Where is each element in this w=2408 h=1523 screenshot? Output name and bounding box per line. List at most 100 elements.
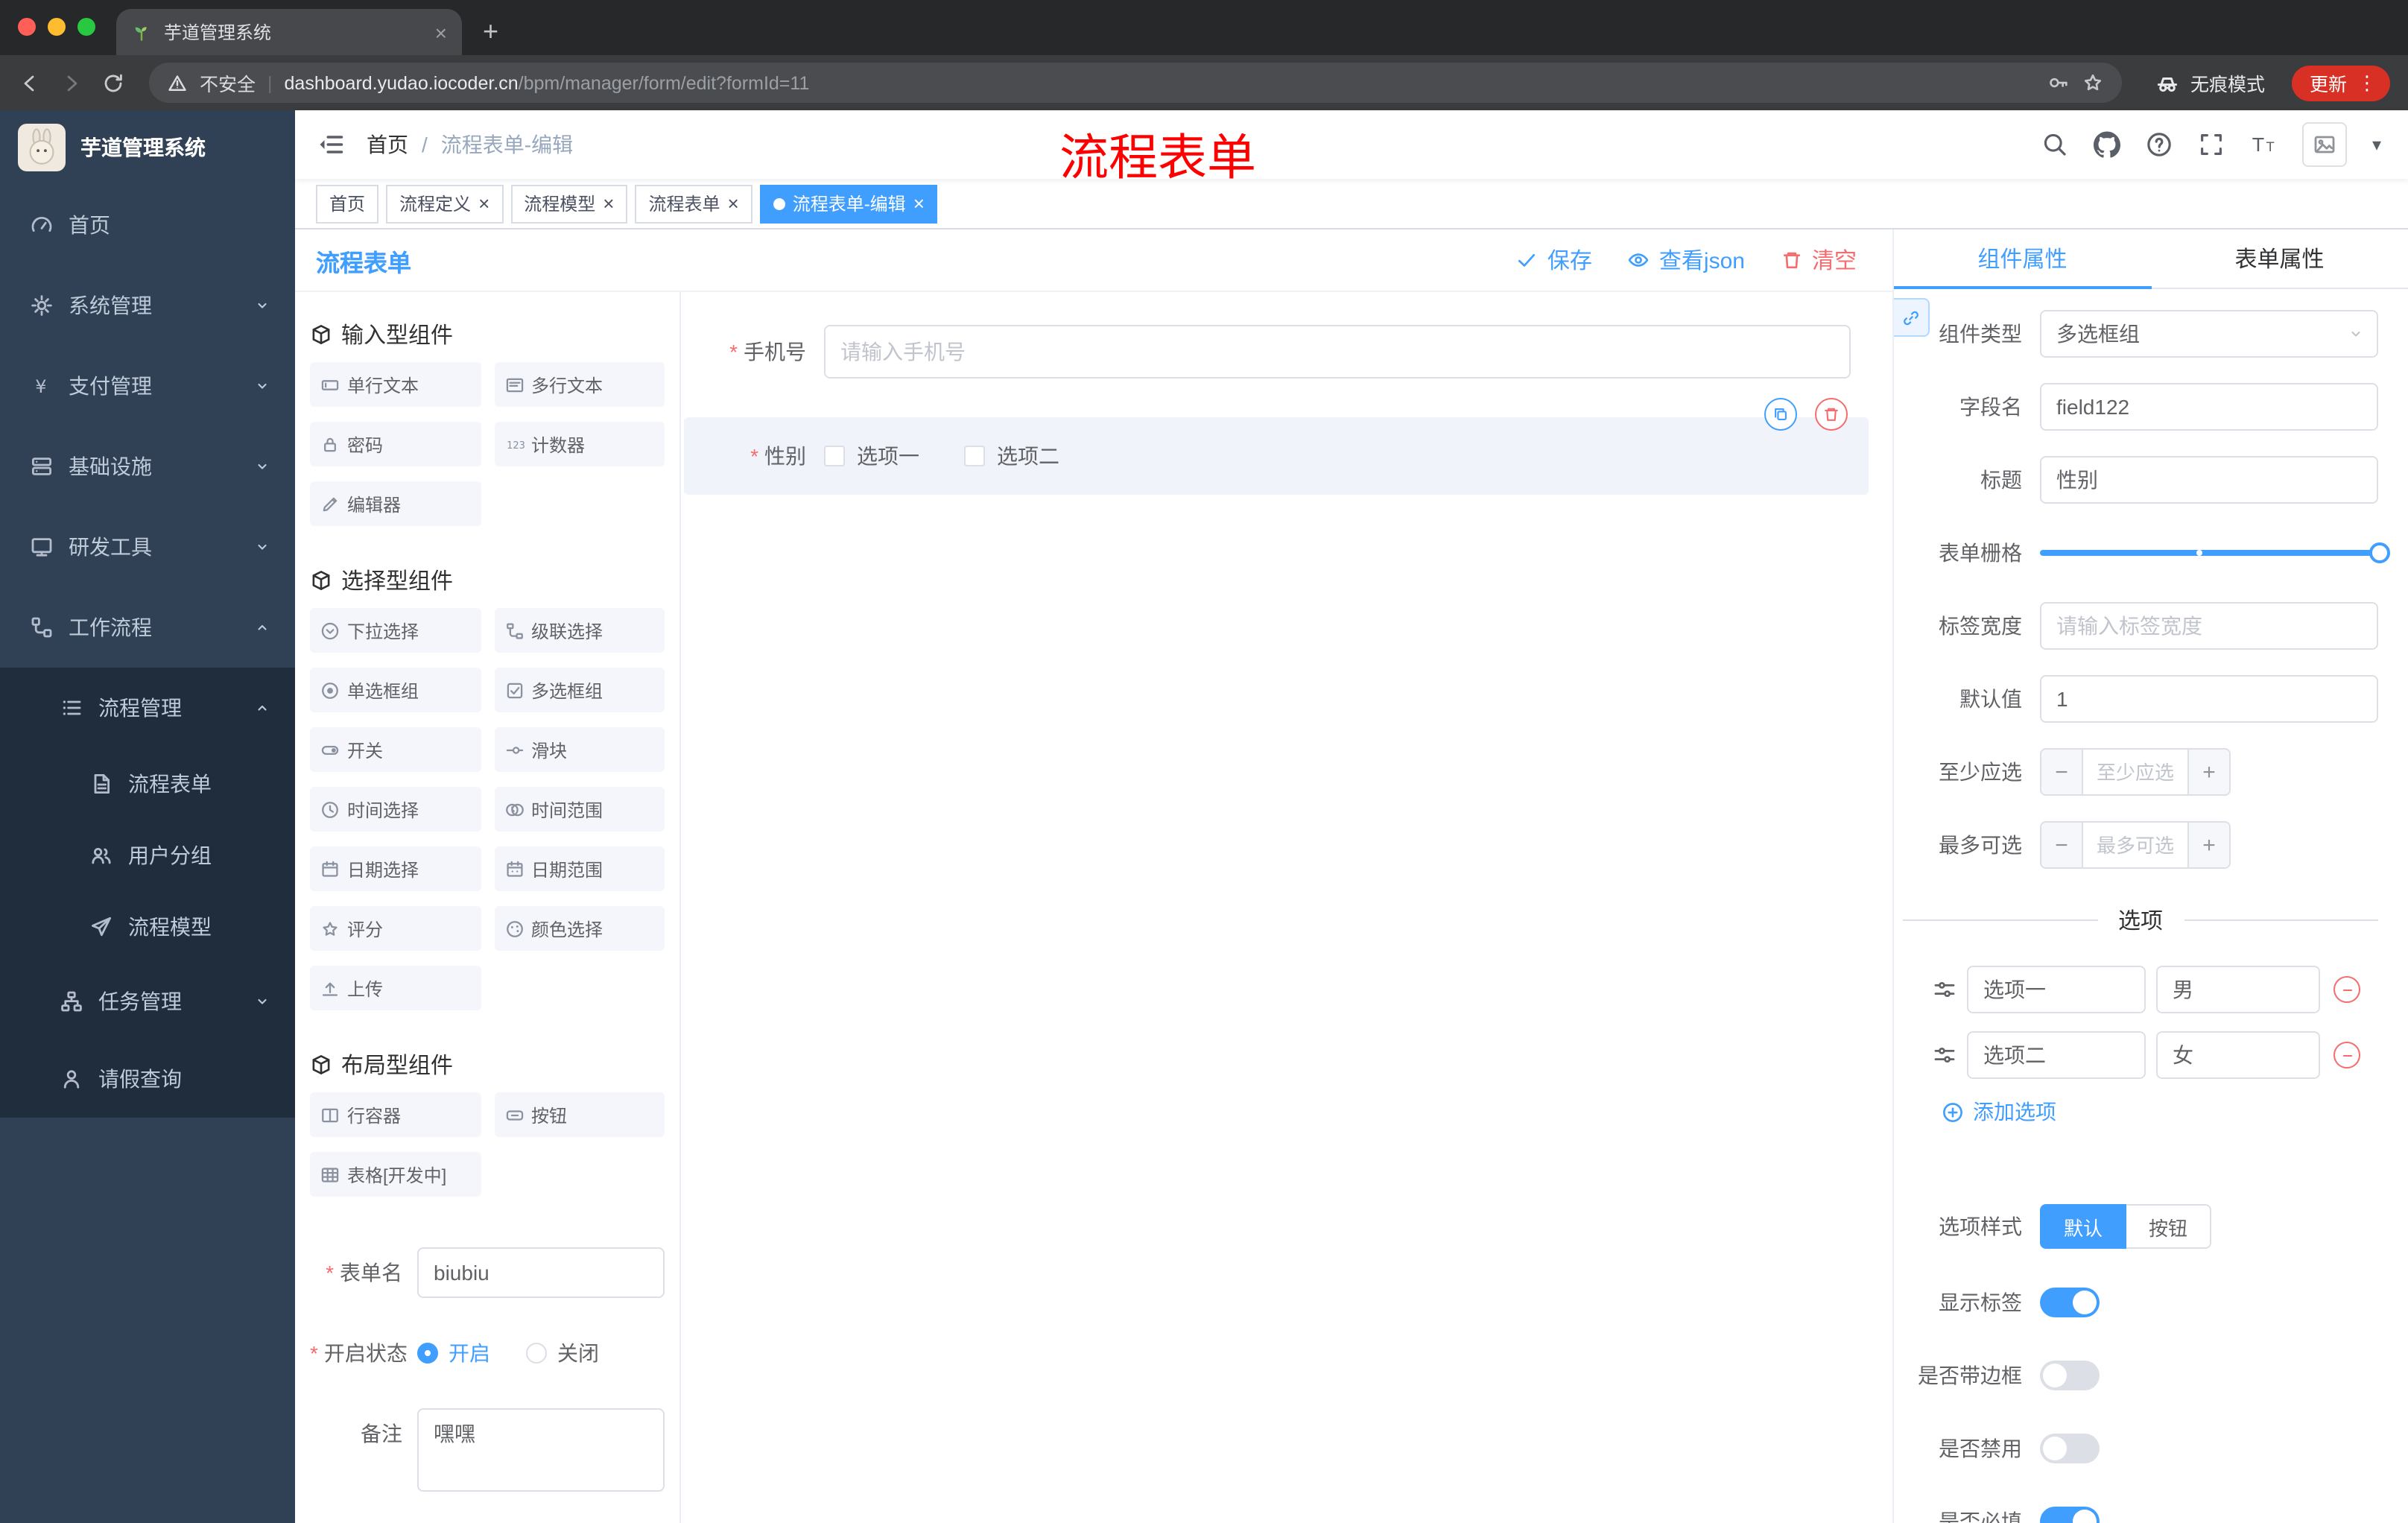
palette-item-password[interactable]: 密码: [310, 422, 481, 466]
sidebar-item-process-management[interactable]: 流程管理: [0, 668, 295, 748]
remove-option-button[interactable]: [2333, 1042, 2360, 1068]
min-select-input[interactable]: [2083, 750, 2187, 794]
palette-item-counter[interactable]: 计数器: [494, 422, 665, 466]
palette-item-table[interactable]: 表格[开发中]: [310, 1152, 481, 1197]
max-select-input[interactable]: [2083, 823, 2187, 867]
palette-item-slider[interactable]: 滑块: [494, 727, 665, 772]
palette-item-checkbox-group[interactable]: 多选框组: [494, 668, 665, 712]
sidebar-item-process-model[interactable]: 流程模型: [0, 891, 295, 963]
border-switch[interactable]: [2040, 1361, 2100, 1390]
sidebar-item-infrastructure[interactable]: 基础设施: [0, 426, 295, 507]
stepper-decrease-button[interactable]: −: [2041, 750, 2083, 794]
palette-item-select[interactable]: 下拉选择: [310, 608, 481, 653]
palette-item-rate[interactable]: 评分: [310, 906, 481, 951]
title-input[interactable]: [2040, 456, 2378, 504]
palette-item-cascader[interactable]: 级联选择: [494, 608, 665, 653]
browser-update-button[interactable]: 更新 ⋮: [2291, 65, 2390, 101]
canvas-field-gender-selected[interactable]: 性别 选项一 选项二: [684, 398, 1869, 495]
tag-process-form-edit[interactable]: 流程表单-编辑 ×: [759, 184, 938, 223]
search-icon[interactable]: [2041, 131, 2068, 158]
palette-item-radio-group[interactable]: 单选框组: [310, 668, 481, 712]
link-toggle-button[interactable]: [1894, 298, 1930, 337]
sidebar-item-process-form[interactable]: 流程表单: [0, 748, 295, 820]
stepper-decrease-button[interactable]: −: [2041, 823, 2083, 867]
tag-home[interactable]: 首页: [316, 184, 379, 223]
avatar-caret-icon[interactable]: ▾: [2372, 134, 2381, 155]
password-key-icon[interactable]: [2047, 72, 2070, 94]
phone-input[interactable]: [824, 325, 1851, 379]
font-size-icon[interactable]: [2250, 131, 2277, 158]
sidebar-item-system-management[interactable]: 系统管理: [0, 265, 295, 346]
address-bar[interactable]: 不安全 | dashboard.yudao.iocoder.cn/bpm/man…: [149, 63, 2122, 103]
github-icon[interactable]: [2094, 131, 2120, 158]
remove-option-button[interactable]: [2333, 976, 2360, 1003]
new-tab-button[interactable]: +: [483, 18, 498, 45]
drag-handle-icon[interactable]: [1933, 978, 1956, 1001]
tag-close-icon[interactable]: ×: [728, 194, 739, 213]
slider-track[interactable]: [2040, 542, 2390, 563]
default-value-input[interactable]: [2040, 675, 2378, 723]
tab-component-props[interactable]: 组件属性: [1894, 229, 2151, 289]
gender-option-2[interactable]: 选项二: [964, 441, 1059, 471]
duplicate-widget-button[interactable]: [1764, 398, 1797, 431]
palette-item-switch[interactable]: 开关: [310, 727, 481, 772]
reload-button-icon[interactable]: [101, 71, 125, 95]
add-option-button[interactable]: 添加选项: [1942, 1097, 2378, 1127]
label-width-input[interactable]: [2040, 602, 2378, 650]
option-value-input[interactable]: [2156, 1031, 2320, 1079]
bookmark-star-icon[interactable]: [2082, 72, 2104, 94]
delete-widget-button[interactable]: [1815, 398, 1848, 431]
tag-close-icon[interactable]: ×: [478, 194, 489, 213]
tag-process-model[interactable]: 流程模型 ×: [510, 184, 628, 223]
browser-tab[interactable]: 芋道管理系统 ×: [116, 9, 462, 55]
option-value-input[interactable]: [2156, 966, 2320, 1013]
help-icon[interactable]: [2146, 131, 2173, 158]
sidebar-item-user-group[interactable]: 用户分组: [0, 820, 295, 891]
show-label-switch[interactable]: [2040, 1288, 2100, 1317]
sidebar-item-leave-query[interactable]: 请假查询: [0, 1040, 295, 1118]
palette-item-color-picker[interactable]: 颜色选择: [494, 906, 665, 951]
required-switch[interactable]: [2040, 1507, 2100, 1523]
grid-slider[interactable]: [2040, 529, 2390, 577]
avatar[interactable]: [2301, 122, 2347, 167]
tag-process-definition[interactable]: 流程定义 ×: [386, 184, 504, 223]
slider-handle[interactable]: [2369, 542, 2390, 563]
sidebar-collapse-icon[interactable]: [316, 130, 346, 159]
palette-item-date-picker[interactable]: 日期选择: [310, 846, 481, 891]
field-name-input[interactable]: [2040, 383, 2378, 431]
stepper-increase-button[interactable]: +: [2187, 823, 2229, 867]
tab-form-props[interactable]: 表单属性: [2151, 229, 2408, 288]
style-button-button[interactable]: 按钮: [2126, 1204, 2212, 1249]
window-close-button[interactable]: [18, 18, 36, 36]
palette-item-editor[interactable]: 编辑器: [310, 481, 481, 526]
status-radio-off[interactable]: 关闭: [526, 1338, 599, 1368]
sidebar-item-workflow[interactable]: 工作流程: [0, 587, 295, 668]
sidebar-item-payment-management[interactable]: 支付管理: [0, 346, 295, 426]
option-label-input[interactable]: [1967, 966, 2146, 1013]
back-button-icon[interactable]: [18, 71, 42, 95]
palette-item-input[interactable]: 单行文本: [310, 362, 481, 407]
browser-menu-icon[interactable]: ⋮: [2357, 73, 2377, 92]
palette-item-row-container[interactable]: 行容器: [310, 1092, 481, 1137]
disabled-switch[interactable]: [2040, 1434, 2100, 1463]
form-remark-textarea[interactable]: 嘿嘿: [417, 1408, 665, 1492]
component-type-select[interactable]: [2040, 310, 2378, 358]
window-minimize-button[interactable]: [48, 18, 66, 36]
forward-button-icon[interactable]: [60, 71, 83, 95]
form-name-input[interactable]: [417, 1247, 665, 1298]
design-canvas[interactable]: 手机号 性别: [681, 292, 1892, 1523]
palette-item-upload[interactable]: 上传: [310, 966, 481, 1010]
fullscreen-icon[interactable]: [2198, 131, 2225, 158]
canvas-field-phone[interactable]: 手机号: [687, 325, 1851, 379]
breadcrumb-home[interactable]: 首页: [367, 130, 408, 159]
sidebar-item-task-management[interactable]: 任务管理: [0, 963, 295, 1040]
tag-close-icon[interactable]: ×: [603, 194, 614, 213]
palette-item-textarea[interactable]: 多行文本: [494, 362, 665, 407]
tab-close-icon[interactable]: ×: [435, 20, 447, 44]
tag-process-form[interactable]: 流程表单 ×: [635, 184, 752, 223]
app-logo[interactable]: 芋道管理系统: [0, 110, 295, 185]
status-radio-on[interactable]: 开启: [417, 1338, 490, 1368]
tag-close-icon[interactable]: ×: [913, 194, 925, 213]
sidebar-item-home[interactable]: 首页: [0, 185, 295, 265]
stepper-increase-button[interactable]: +: [2187, 750, 2229, 794]
